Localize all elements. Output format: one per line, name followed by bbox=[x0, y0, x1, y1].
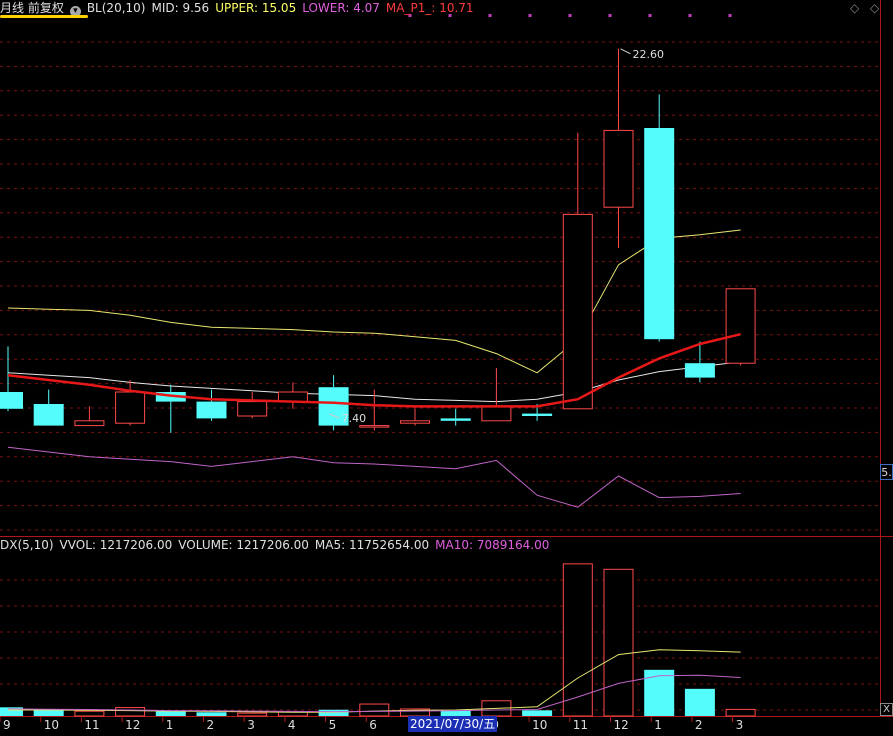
period-marker bbox=[608, 14, 612, 17]
candle-body-down bbox=[33, 404, 64, 426]
volume-bar-down bbox=[644, 669, 675, 716]
volume-bar-up bbox=[74, 710, 105, 717]
high-price-label: 22.60 bbox=[633, 48, 665, 61]
ma5-value: MA5: 11752654.00 bbox=[314, 538, 430, 552]
volume-bar-down bbox=[522, 710, 553, 716]
cursor-date-badge: 2021/07/30/五 bbox=[408, 716, 498, 732]
diamond-icon-2[interactable]: ◇ bbox=[870, 1, 879, 15]
x-axis-ticks: 91011121234569101112123 bbox=[0, 716, 743, 732]
period-label[interactable]: 月线 前复权 bbox=[0, 1, 64, 15]
chart-stage: 22.607.40 91011121234569101112123 bbox=[0, 0, 893, 733]
chart-frame bbox=[0, 0, 893, 717]
x-tick-label: 1 bbox=[166, 718, 174, 732]
candle-body-up bbox=[359, 425, 390, 428]
price-grid bbox=[0, 41, 880, 531]
volume-bars bbox=[0, 563, 756, 717]
period-marker bbox=[688, 14, 692, 17]
candle-body-up bbox=[603, 129, 634, 208]
volume-bar-up bbox=[359, 703, 390, 717]
x-tick-label: 11 bbox=[84, 718, 99, 732]
kline-chart[interactable]: 22.607.40 91011121234569101112123 bbox=[0, 0, 893, 733]
x-tick-label: 9 bbox=[3, 718, 11, 732]
candle-body-up bbox=[481, 405, 512, 422]
close-icon[interactable]: X bbox=[880, 703, 893, 716]
low-price-label: 7.40 bbox=[342, 412, 367, 425]
upper-band-line bbox=[7, 229, 741, 374]
x-tick-label: 5 bbox=[329, 718, 337, 732]
diamond-icon[interactable]: ◇ bbox=[850, 1, 859, 15]
candle-body-up bbox=[74, 420, 105, 427]
candle-body-down bbox=[522, 413, 553, 416]
volume-bar-down bbox=[33, 709, 64, 716]
candle-body-up bbox=[400, 420, 430, 424]
candle-body-down bbox=[644, 128, 675, 340]
volume-bar-up bbox=[237, 712, 268, 717]
x-tick-label: 3 bbox=[736, 718, 744, 732]
mid-value: MID: 9.56 bbox=[151, 1, 210, 15]
candle-body-down bbox=[684, 363, 715, 378]
x-tick-label: 10 bbox=[44, 718, 59, 732]
volume-bar-down bbox=[155, 711, 186, 716]
volume-bar-down bbox=[196, 712, 227, 716]
volume-bar-down bbox=[684, 688, 715, 716]
vvol-value: VVOL: 1217206.00 bbox=[59, 538, 173, 552]
volume-bar-up bbox=[725, 708, 756, 717]
period-marker bbox=[648, 14, 652, 17]
x-tick-label: 6 bbox=[369, 718, 377, 732]
ma10-value: MA10: 7089164.00 bbox=[435, 538, 550, 552]
candle-body-up bbox=[562, 213, 593, 410]
x-tick-label: 12 bbox=[614, 718, 629, 732]
lower-value: LOWER: 4.07 bbox=[302, 1, 380, 15]
price-legend: 月线 前复权 ▾ BL(20,10) MID: 9.56 UPPER: 15.05 LOW… bbox=[0, 0, 480, 17]
volume-bar-up bbox=[115, 707, 146, 717]
upper-value: UPPER: 15.05 bbox=[215, 1, 297, 15]
candle-body-down bbox=[0, 392, 23, 409]
x-tick-label: 10 bbox=[532, 718, 547, 732]
volume-bar-up bbox=[603, 568, 634, 717]
candle-body-down bbox=[196, 401, 227, 419]
x-tick-label: 2 bbox=[207, 718, 215, 732]
price-axis-label: 5. bbox=[880, 464, 893, 480]
lower-band-line bbox=[7, 446, 741, 508]
band-lines bbox=[7, 229, 741, 508]
candle-body-up bbox=[237, 401, 268, 417]
period-marker bbox=[568, 14, 572, 17]
indicator-name[interactable]: BL(20,10) bbox=[87, 1, 146, 15]
x-tick-label: 3 bbox=[247, 718, 255, 732]
volume-indicator[interactable]: DX(5,10) bbox=[0, 538, 54, 552]
volume-grid bbox=[0, 579, 880, 711]
high-pointer bbox=[620, 48, 631, 55]
period-marker bbox=[528, 14, 532, 17]
candle-body-up bbox=[725, 288, 756, 364]
ma-value: MA_P1_: 10.71 bbox=[385, 1, 474, 15]
x-tick-label: 1 bbox=[654, 718, 662, 732]
x-tick-label: 11 bbox=[573, 718, 588, 732]
x-tick-label: 4 bbox=[288, 718, 296, 732]
candle-body-up bbox=[115, 391, 146, 424]
x-tick-label: 2 bbox=[695, 718, 703, 732]
volume-bar-down bbox=[318, 709, 349, 716]
x-tick-label: 12 bbox=[125, 718, 140, 732]
candle-body-down bbox=[440, 418, 471, 421]
period-marker bbox=[488, 14, 492, 17]
period-marker bbox=[728, 14, 732, 17]
volume-legend: DX(5,10) VVOL: 1217206.00 VOLUME: 1217206.… bbox=[0, 537, 555, 553]
volume-value: VOLUME: 1217206.00 bbox=[178, 538, 309, 552]
period-underline bbox=[0, 15, 88, 18]
